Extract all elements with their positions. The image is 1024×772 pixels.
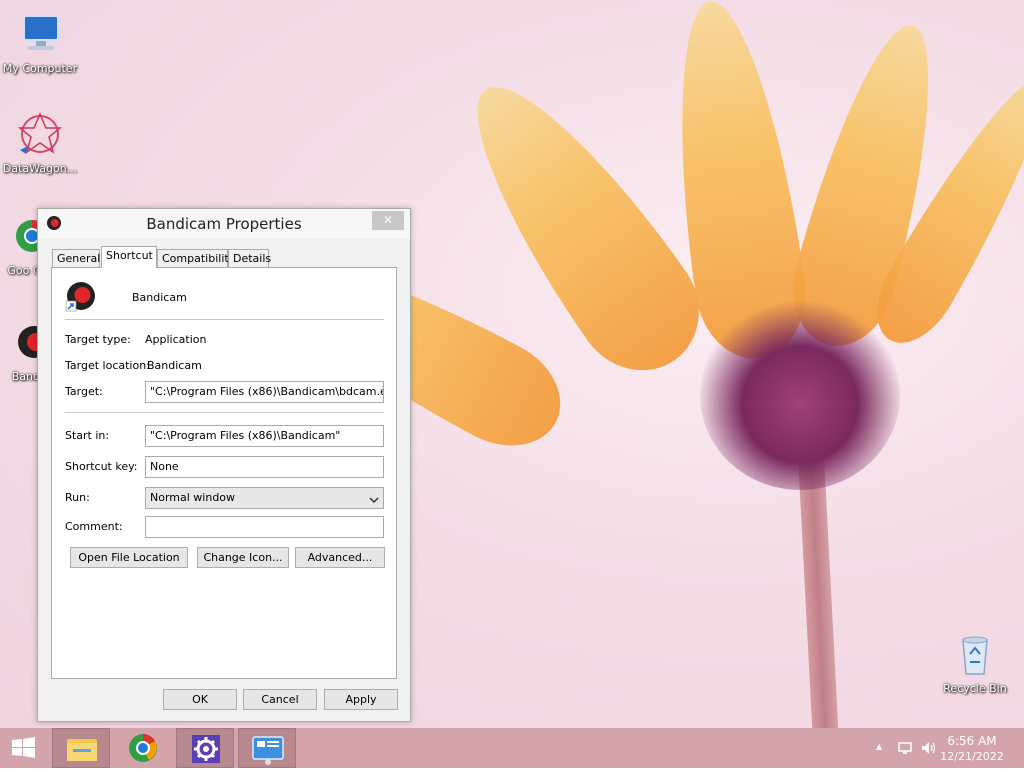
comment-label: Comment: xyxy=(65,520,123,533)
chevron-down-icon xyxy=(369,492,379,504)
taskbar-control-panel[interactable] xyxy=(238,728,296,768)
change-icon-button[interactable]: Change Icon... xyxy=(197,547,289,568)
close-button[interactable]: ✕ xyxy=(372,211,404,230)
comment-input[interactable] xyxy=(145,516,384,538)
advanced-button[interactable]: Advanced... xyxy=(295,547,385,568)
star-pattern-icon xyxy=(16,110,64,158)
taskbar-settings[interactable] xyxy=(176,728,234,768)
target-input[interactable]: "C:\Program Files (x86)\Bandicam\bdcam.e… xyxy=(145,381,384,403)
tab-label: Compatibility xyxy=(162,252,236,265)
target-location-label: Target location: xyxy=(65,359,150,372)
ok-button[interactable]: OK xyxy=(163,689,237,710)
desktop-icon-label: My Computer xyxy=(2,62,78,75)
taskbar: ▲ 6:56 AM 12/21/2022 xyxy=(0,728,1024,768)
desktop-icon-datawagon[interactable]: DataWagon... xyxy=(0,110,80,175)
close-icon: ✕ xyxy=(382,213,394,227)
tab-label: General xyxy=(57,252,101,265)
run-select[interactable]: Normal window xyxy=(145,487,384,509)
folder-icon xyxy=(67,739,97,761)
desktop: My Computer DataWagon... Goo Chr Band Re… xyxy=(0,0,1024,728)
tab-label: Shortcut xyxy=(106,249,153,262)
shortcut-key-input[interactable]: None xyxy=(145,456,384,478)
divider xyxy=(65,319,384,320)
cancel-button[interactable]: Cancel xyxy=(243,689,317,710)
target-label: Target: xyxy=(65,385,103,398)
target-type-value: Application xyxy=(145,333,207,346)
recycle-bin-icon xyxy=(951,630,999,678)
desktop-icon-label: DataWagon... xyxy=(2,162,78,175)
app-name: Bandicam xyxy=(132,291,187,304)
clock-date[interactable]: 12/21/2022 xyxy=(934,750,1010,763)
tab-compatibility[interactable]: Compatibility xyxy=(157,249,235,267)
open-file-location-button[interactable]: Open File Location xyxy=(70,547,188,568)
bandicam-icon xyxy=(65,280,97,312)
tray-overflow-button[interactable]: ▲ xyxy=(876,742,882,751)
taskbar-chrome[interactable] xyxy=(114,728,172,768)
start-in-input[interactable]: "C:\Program Files (x86)\Bandicam" xyxy=(145,425,384,447)
tab-label: Details xyxy=(233,252,272,265)
network-icon[interactable] xyxy=(897,740,913,756)
start-in-label: Start in: xyxy=(65,429,110,442)
target-location-value: Bandicam xyxy=(147,359,202,372)
tab-shortcut[interactable]: Shortcut xyxy=(101,246,157,268)
run-label: Run: xyxy=(65,491,90,504)
dialog-title: Bandicam Properties xyxy=(146,215,302,233)
apply-button[interactable]: Apply xyxy=(324,689,398,710)
gear-icon xyxy=(192,735,220,763)
desktop-icon-my-computer[interactable]: My Computer xyxy=(0,10,80,75)
control-panel-icon xyxy=(252,736,284,765)
shortcut-panel: Bandicam Target type: Application Target… xyxy=(51,267,397,679)
taskbar-file-explorer[interactable] xyxy=(52,728,110,768)
target-type-label: Target type: xyxy=(65,333,131,346)
start-button[interactable] xyxy=(0,728,48,768)
clock-time[interactable]: 6:56 AM xyxy=(942,734,1002,748)
windows-logo-icon xyxy=(12,737,35,758)
flower-center xyxy=(700,300,900,490)
desktop-icon-recycle-bin[interactable]: Recycle Bin xyxy=(935,630,1015,695)
computer-icon xyxy=(16,10,64,58)
tab-details[interactable]: Details xyxy=(228,249,272,267)
divider xyxy=(65,412,384,413)
dialog-titlebar[interactable]: Bandicam Properties ✕ xyxy=(38,209,410,239)
chrome-icon xyxy=(129,734,157,762)
tab-general[interactable]: General xyxy=(52,249,100,267)
shortcut-key-label: Shortcut key: xyxy=(65,460,138,473)
properties-dialog: Bandicam Properties ✕ General Shortcut C… xyxy=(37,208,411,722)
run-select-value: Normal window xyxy=(150,491,236,504)
desktop-icon-label: Recycle Bin xyxy=(943,682,1007,695)
